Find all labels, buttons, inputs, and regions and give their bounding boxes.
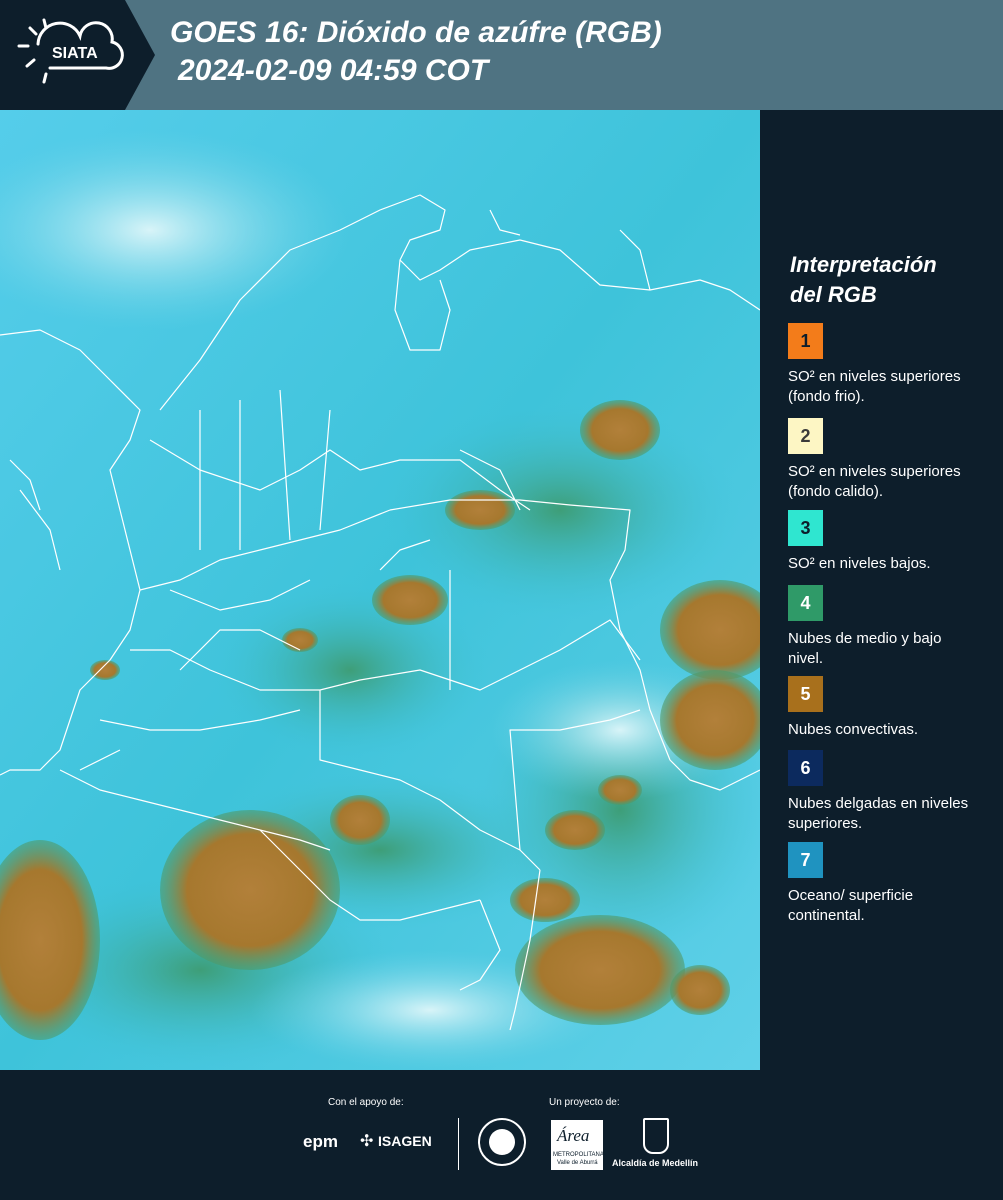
legend-label-1: SO² en niveles superiores (fondo frio). <box>788 368 961 405</box>
convective-cloud <box>160 810 340 970</box>
epm-logo: epm <box>303 1132 338 1151</box>
legend-title-line-2: del RGB <box>790 282 877 307</box>
convective-cloud <box>510 878 580 922</box>
legend-label-7: Oceano/ superficie continental. <box>788 887 914 924</box>
isagen-logo: ✣ ISAGEN <box>360 1131 440 1153</box>
area-logo-text: Área <box>557 1126 590 1145</box>
siata-logo-text: SIATA <box>52 45 98 62</box>
legend-item-3: 3 SO² en niveles bajos. <box>788 510 988 574</box>
legend-label-2: SO² en niveles superiores (fondo calido)… <box>788 463 961 500</box>
legend-swatch-7: 7 <box>788 842 823 878</box>
convective-cloud <box>598 775 642 805</box>
medellin-seal-icon <box>478 1118 526 1166</box>
legend-item-4: 4 Nubes de medio y bajo nivel. <box>788 585 988 669</box>
legend-swatch-2: 2 <box>788 418 823 454</box>
legend-swatch-3: 3 <box>788 510 823 546</box>
convective-cloud <box>515 915 685 1025</box>
legend-label-4: Nubes de medio y bajo nivel. <box>788 630 942 667</box>
legend-label-5: Nubes convectivas. <box>788 721 919 738</box>
legend-item-1: 1 SO² en niveles superiores (fondo frio)… <box>788 323 988 407</box>
title-line-1: GOES 16: Dióxido de azúfre (RGB) <box>170 16 662 49</box>
footer-divider <box>458 1118 459 1170</box>
convective-cloud <box>670 965 730 1015</box>
legend-label-3: SO² en niveles bajos. <box>788 555 931 572</box>
legend-swatch-5: 5 <box>788 676 823 712</box>
area-logo-sub2: Valle de Aburrá <box>557 1160 598 1166</box>
alcaldia-text: Alcaldía de Medellín <box>612 1158 699 1168</box>
header-bar: SIATA GOES 16: Dióxido de azúfre (RGB) 2… <box>0 0 1003 110</box>
area-logo-sub: METROPOLITANA <box>553 1152 604 1158</box>
legend-swatch-4: 4 <box>788 585 823 621</box>
convective-cloud <box>330 795 390 845</box>
support-label: Con el apoyo de: <box>328 1097 404 1108</box>
convective-cloud <box>282 628 318 652</box>
siata-logo: SIATA <box>0 0 155 110</box>
isagen-icon: ✣ <box>360 1133 374 1150</box>
legend-label-6: Nubes delgadas en niveles superiores. <box>788 795 969 832</box>
convective-cloud <box>580 400 660 460</box>
title-line-2: 2024-02-09 04:59 COT <box>178 54 489 87</box>
legend-swatch-1: 1 <box>788 323 823 359</box>
legend-item-7: 7 Oceano/ superficie continental. <box>788 842 988 926</box>
project-label: Un proyecto de: <box>549 1097 620 1108</box>
convective-cloud <box>372 575 448 625</box>
alcaldia-shield-icon <box>643 1118 669 1154</box>
convective-cloud <box>445 490 515 530</box>
legend-title: Interpretación del RGB <box>790 250 990 310</box>
convective-cloud <box>90 660 120 680</box>
page-title: GOES 16: Dióxido de azúfre (RGB) 2024-02… <box>170 14 662 90</box>
legend-item-2: 2 SO² en niveles superiores (fondo calid… <box>788 418 988 502</box>
legend-swatch-6: 6 <box>788 750 823 786</box>
isagen-text: ISAGEN <box>378 1133 432 1149</box>
legend-item-5: 5 Nubes convectivas. <box>788 676 988 740</box>
legend-item-6: 6 Nubes delgadas en niveles superiores. <box>788 750 988 834</box>
area-metropolitana-logo: Área METROPOLITANA Valle de Aburrá <box>551 1120 604 1170</box>
legend-title-line-1: Interpretación <box>790 252 937 277</box>
convective-cloud <box>545 810 605 850</box>
satellite-map <box>0 110 760 1070</box>
cloud-green-area <box>210 580 490 760</box>
